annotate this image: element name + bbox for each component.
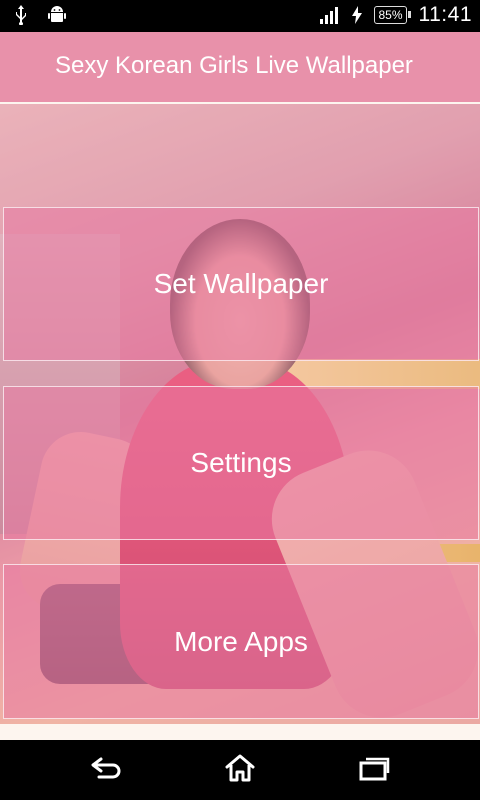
recent-apps-icon	[357, 754, 391, 787]
navigation-bar	[0, 740, 480, 800]
more-apps-button[interactable]: More Apps	[3, 564, 479, 719]
app-header: Sexy Korean Girls Live Wallpaper	[0, 32, 480, 102]
recent-apps-button[interactable]	[344, 752, 404, 788]
page-title: Sexy Korean Girls Live Wallpaper	[55, 52, 413, 79]
android-debug-icon	[46, 4, 68, 26]
back-icon	[89, 755, 123, 786]
settings-button[interactable]: Settings	[3, 386, 479, 540]
status-bar: 85% 11:41	[0, 0, 480, 32]
signal-icon	[318, 4, 340, 26]
set-wallpaper-button[interactable]: Set Wallpaper	[3, 207, 479, 361]
home-button[interactable]	[210, 752, 270, 788]
more-apps-label: More Apps	[174, 625, 308, 657]
clock: 11:41	[418, 3, 472, 26]
back-button[interactable]	[76, 752, 136, 788]
usb-icon	[10, 4, 32, 26]
set-wallpaper-label: Set Wallpaper	[153, 268, 329, 299]
settings-label: Settings	[190, 447, 292, 478]
charging-icon	[346, 4, 368, 26]
home-icon	[223, 753, 257, 788]
battery-icon: 85%	[374, 6, 411, 24]
